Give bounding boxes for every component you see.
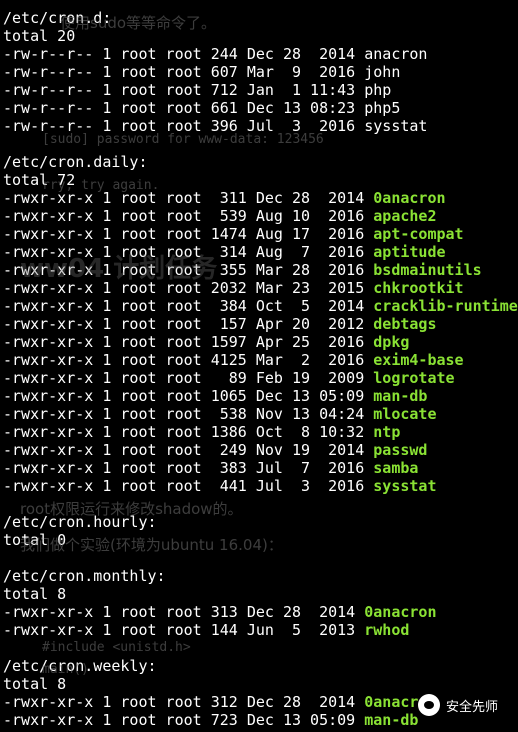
watermark-text: 安全先师: [445, 699, 498, 715]
line-text: -rwxr-xr-x 1 root root 4125 Mar 2 2016: [3, 351, 374, 369]
executable-name: aptitude: [373, 243, 446, 261]
listing-row: -rwxr-xr-x 1 root root 144 Jun 5 2013 rw…: [3, 621, 518, 639]
listing-row: -rwxr-xr-x 1 root root 539 Aug 10 2016 a…: [3, 207, 518, 225]
line-text: -rwxr-xr-x 1 root root 355 Mar 28 2016: [3, 261, 374, 279]
wechat-icon: [417, 694, 440, 716]
executable-name: debtags: [373, 315, 437, 333]
listing-row: -rwxr-xr-x 1 root root 314 Aug 7 2016 ap…: [3, 243, 518, 261]
line-text: -rw-r--r-- 1 root root 244 Dec 28 2014 a…: [3, 45, 428, 63]
executable-name: exim4-base: [373, 351, 464, 369]
executable-name: logrotate: [373, 369, 455, 387]
executable-name: sysstat: [373, 477, 437, 495]
directory-header: /etc/cron.d:: [3, 9, 518, 27]
line-text: total 0: [3, 531, 67, 549]
listing-row: -rwxr-xr-x 1 root root 89 Feb 19 2009 lo…: [3, 369, 518, 387]
watermark: 安全先师: [417, 694, 498, 716]
line-text: -rwxr-xr-x 1 root root 313 Dec 28 2014: [3, 603, 365, 621]
line-text: -rwxr-xr-x 1 root root 144 Jun 5 2013: [3, 621, 365, 639]
executable-name: apache2: [373, 207, 437, 225]
terminal-output: /etc/cron.d: total 20 -rw-r--r-- 1 root ro…: [0, 0, 518, 732]
total-line: total 72: [3, 171, 518, 189]
line-text: -rwxr-xr-x 1 root root 1386 Oct 8 10:32: [3, 423, 374, 441]
line-text: -rwxr-xr-x 1 root root 384 Oct 5 2014: [3, 297, 374, 315]
line-text: -rwxr-xr-x 1 root root 723 Dec 13 05:09: [3, 711, 365, 729]
line-text: -rw-r--r-- 1 root root 607 Mar 9 2016 jo…: [3, 63, 401, 81]
listing-row: -rw-r--r-- 1 root root 661 Dec 13 08:23 …: [3, 99, 518, 117]
line-text: -rwxr-xr-x 1 root root 538 Nov 13 04:24: [3, 405, 374, 423]
listing-row: -rwxr-xr-x 1 root root 384 Oct 5 2014 cr…: [3, 297, 518, 315]
directory-header: /etc/cron.hourly:: [3, 513, 518, 531]
line-text: /etc/cron.weekly:: [3, 657, 157, 675]
listing-row: -rwxr-xr-x 1 root root 4125 Mar 2 2016 e…: [3, 351, 518, 369]
listing-row: -rwxr-xr-x 1 root root 538 Nov 13 04:24 …: [3, 405, 518, 423]
directory-header: /etc/cron.weekly:: [3, 657, 518, 675]
listing-row: -rw-r--r-- 1 root root 396 Jul 3 2016 sy…: [3, 117, 518, 135]
line-text: /etc/cron.d:: [3, 9, 112, 27]
executable-name: 0anacron: [364, 603, 437, 621]
line-text: -rwxr-xr-x 1 root root 2032 Mar 23 2015: [3, 279, 374, 297]
line-text: -rwxr-xr-x 1 root root 89 Feb 19 2009: [3, 369, 374, 387]
line-text: -rwxr-xr-x 1 root root 383 Jul 7 2016: [3, 459, 374, 477]
listing-row: -rw-r--r-- 1 root root 712 Jan 1 11:43 p…: [3, 81, 518, 99]
line-text: -rwxr-xr-x 1 root root 1474 Aug 17 2016: [3, 225, 374, 243]
line-text: -rwxr-xr-x 1 root root 441 Jul 3 2016: [3, 477, 374, 495]
directory-header: /etc/cron.daily:: [3, 153, 518, 171]
line-text: -rw-r--r-- 1 root root 712 Jan 1 11:43 p…: [3, 81, 392, 99]
line-text: -rw-r--r-- 1 root root 661 Dec 13 08:23 …: [3, 99, 401, 117]
listing-row: -rwxr-xr-x 1 root root 157 Apr 20 2012 d…: [3, 315, 518, 333]
line-text: /etc/cron.daily:: [3, 153, 148, 171]
listing-row: -rwxr-xr-x 1 root root 313 Dec 28 2014 0…: [3, 603, 518, 621]
executable-name: mlocate: [373, 405, 437, 423]
executable-name: rwhod: [364, 621, 410, 639]
listing-row: -rwxr-xr-x 1 root root 249 Nov 19 2014 p…: [3, 441, 518, 459]
listing-row: -rwxr-xr-x 1 root root 1065 Dec 13 05:09…: [3, 387, 518, 405]
total-line: total 8: [3, 675, 518, 693]
line-text: /etc/cron.monthly:: [3, 567, 166, 585]
listing-row: -rwxr-xr-x 1 root root 1474 Aug 17 2016 …: [3, 225, 518, 243]
executable-name: samba: [373, 459, 419, 477]
line-text: -rwxr-xr-x 1 root root 539 Aug 10 2016: [3, 207, 374, 225]
listing-row: -rw-r--r-- 1 root root 607 Mar 9 2016 jo…: [3, 63, 518, 81]
listing-row: -rw-r--r-- 1 root root 244 Dec 28 2014 a…: [3, 45, 518, 63]
line-text: /etc/cron.hourly:: [3, 513, 157, 531]
listing-row: -rwxr-xr-x 1 root root 1386 Oct 8 10:32 …: [3, 423, 518, 441]
listing-row: -rwxr-xr-x 1 root root 2032 Mar 23 2015 …: [3, 279, 518, 297]
total-line: total 20: [3, 27, 518, 45]
listing-row: -rwxr-xr-x 1 root root 441 Jul 3 2016 sy…: [3, 477, 518, 495]
executable-name: apt-compat: [373, 225, 464, 243]
executable-name: 0anacron: [373, 189, 446, 207]
executable-name: man-db: [364, 711, 419, 729]
line-text: total 20: [3, 27, 76, 45]
executable-name: chkrootkit: [373, 279, 464, 297]
listing-row: -rwxr-xr-x 1 root root 355 Mar 28 2016 b…: [3, 261, 518, 279]
listing-row: -rwxr-xr-x 1 root root 383 Jul 7 2016 sa…: [3, 459, 518, 477]
line-text: -rwxr-xr-x 1 root root 311 Dec 28 2014: [3, 189, 374, 207]
directory-header: /etc/cron.monthly:: [3, 567, 518, 585]
executable-name: cracklib-runtime: [373, 297, 518, 315]
line-text: total 72: [3, 171, 76, 189]
line-text: total 8: [3, 675, 67, 693]
line-text: -rwxr-xr-x 1 root root 1065 Dec 13 05:09: [3, 387, 374, 405]
total-line: total 0: [3, 531, 518, 549]
executable-name: passwd: [373, 441, 428, 459]
listing-row: -rwxr-xr-x 1 root root 1597 Apr 25 2016 …: [3, 333, 518, 351]
executable-name: bsdmainutils: [373, 261, 482, 279]
executable-name: dpkg: [373, 333, 410, 351]
line-text: -rwxr-xr-x 1 root root 312 Dec 28 2014: [3, 693, 365, 711]
listing-row: -rwxr-xr-x 1 root root 311 Dec 28 2014 0…: [3, 189, 518, 207]
line-text: -rwxr-xr-x 1 root root 157 Apr 20 2012: [3, 315, 374, 333]
line-text: total 8: [3, 585, 67, 603]
line-text: -rwxr-xr-x 1 root root 249 Nov 19 2014: [3, 441, 374, 459]
line-text: -rwxr-xr-x 1 root root 314 Aug 7 2016: [3, 243, 374, 261]
total-line: total 8: [3, 585, 518, 603]
line-text: -rw-r--r-- 1 root root 396 Jul 3 2016 sy…: [3, 117, 428, 135]
line-text: -rwxr-xr-x 1 root root 1597 Apr 25 2016: [3, 333, 374, 351]
executable-name: ntp: [373, 423, 401, 441]
executable-name: man-db: [373, 387, 428, 405]
